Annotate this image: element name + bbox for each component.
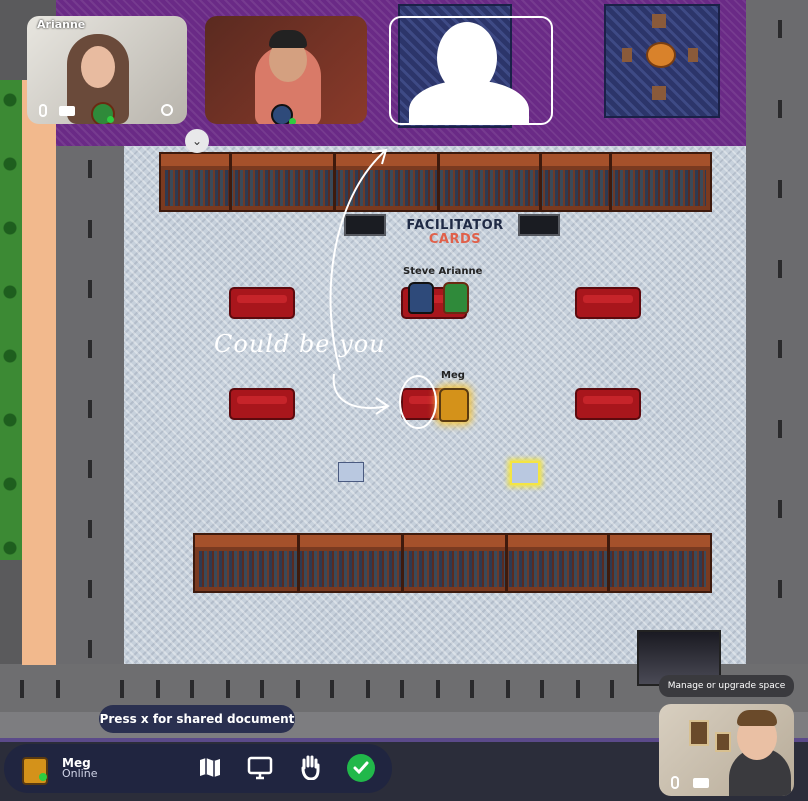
road-dash — [470, 680, 474, 698]
shared-document-tooltip: Press x for shared document — [99, 705, 295, 733]
road-dash — [20, 680, 24, 698]
annotation-circle — [399, 375, 437, 429]
chair-icon — [652, 14, 666, 28]
annotation-arrow-right-head — [375, 397, 390, 415]
status-online-dot — [39, 773, 47, 781]
round-table-icon — [646, 42, 676, 68]
status-online-dot — [289, 118, 296, 124]
raise-hand-icon[interactable] — [299, 754, 321, 781]
road-dash — [778, 100, 782, 118]
sofa — [575, 287, 641, 319]
video-icon[interactable] — [693, 778, 709, 788]
road-dash — [260, 680, 264, 698]
placeholder-body — [409, 80, 529, 123]
road-dash — [88, 580, 92, 598]
road-dash — [436, 680, 440, 698]
road-dash — [506, 680, 510, 698]
sofa — [575, 388, 641, 420]
road-dash — [778, 20, 782, 38]
road-dash — [88, 460, 92, 478]
collapse-tiles-button[interactable]: ⌄ — [185, 129, 209, 153]
road-dash — [88, 220, 92, 238]
road-dash — [226, 680, 230, 698]
road-dash — [296, 680, 300, 698]
road-dash — [88, 280, 92, 298]
bookshelf — [193, 533, 712, 593]
manage-space-tooltip[interactable]: Manage or upgrade space — [659, 675, 794, 697]
picture-frame — [715, 732, 731, 752]
road-dash — [778, 340, 782, 358]
road-dash — [366, 680, 370, 698]
picture-frame — [689, 720, 709, 746]
tv-screen — [518, 214, 560, 236]
road-dash — [56, 680, 60, 698]
road-dash — [88, 160, 92, 178]
road-dash — [88, 640, 92, 658]
document-icon[interactable] — [338, 462, 364, 482]
mic-icon[interactable] — [671, 776, 679, 789]
road-dash — [576, 680, 580, 698]
road-dash — [778, 500, 782, 518]
road-dash — [400, 680, 404, 698]
shared-document-icon[interactable] — [510, 461, 540, 485]
beanie — [269, 30, 307, 48]
face — [81, 46, 115, 88]
chair-icon — [688, 48, 698, 62]
road-dash — [778, 180, 782, 198]
no-entry-icon[interactable] — [161, 104, 173, 116]
status-online-dot — [107, 116, 114, 123]
mic-icon[interactable] — [39, 104, 47, 117]
sand-path — [22, 80, 56, 665]
self-video-tile[interactable] — [659, 704, 794, 796]
road-dash — [330, 680, 334, 698]
road-dash — [88, 340, 92, 358]
check-icon[interactable] — [347, 754, 375, 782]
road-dash — [120, 680, 124, 698]
road-dash — [156, 680, 160, 698]
road-right — [746, 0, 808, 672]
road-dash — [610, 680, 614, 698]
video-tile-arianne[interactable]: Arianne — [27, 16, 187, 124]
annotation-arrow-right — [332, 373, 389, 409]
map-icon[interactable] — [198, 756, 222, 778]
road-dash — [88, 400, 92, 418]
road-dash — [778, 580, 782, 598]
video-tile-steve[interactable] — [205, 16, 367, 124]
screen-share-icon[interactable] — [247, 756, 273, 780]
road-dash — [778, 260, 782, 278]
user-status: Online — [62, 767, 98, 780]
road-dash — [88, 520, 92, 538]
video-tile-placeholder[interactable] — [389, 16, 553, 125]
road-dash — [540, 680, 544, 698]
chair-icon — [652, 86, 666, 100]
annotation-drawing — [329, 148, 437, 429]
road-dash — [778, 420, 782, 438]
participant-name: Arianne — [37, 18, 86, 31]
hair — [737, 710, 777, 726]
video-icon[interactable] — [59, 106, 75, 116]
garden-plants — [0, 80, 22, 560]
road-dash — [190, 680, 194, 698]
chair-icon — [622, 48, 632, 62]
annotation-text: Could be you — [214, 330, 386, 358]
